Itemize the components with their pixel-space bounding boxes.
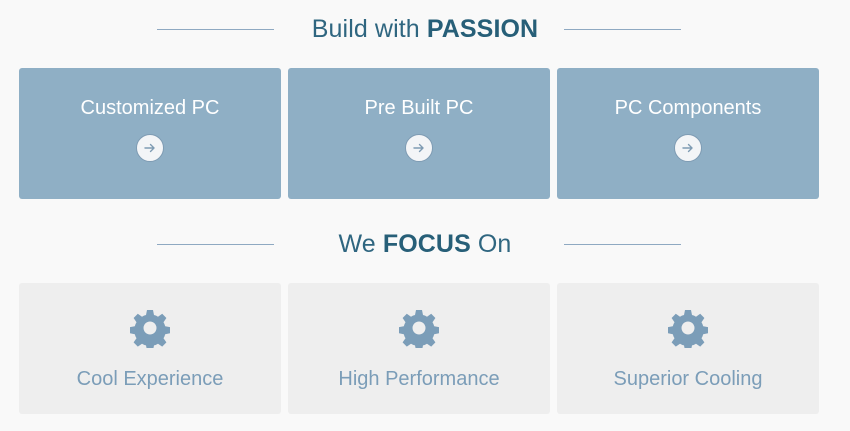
arrow-right-icon <box>682 143 693 153</box>
card-pc-components[interactable]: PC Components <box>557 68 819 199</box>
focus-card-cool-experience: Cool Experience <box>19 283 281 414</box>
focus-card-superior-cooling: Superior Cooling <box>557 283 819 414</box>
card-customized-pc[interactable]: Customized PC <box>19 68 281 199</box>
card-pre-built-pc[interactable]: Pre Built PC <box>288 68 550 199</box>
focus-label: Cool Experience <box>76 368 224 390</box>
gear-icon <box>399 310 439 348</box>
build-heading-row: Build with PASSION <box>0 9 850 49</box>
card-title: PC Components <box>614 97 762 119</box>
build-heading: Build with PASSION <box>312 15 538 44</box>
focus-label: High Performance <box>338 368 500 390</box>
heading-divider-left <box>157 244 274 245</box>
card-title: Customized PC <box>80 97 220 119</box>
focus-heading: We FOCUS On <box>339 230 512 259</box>
focus-heading-emphasis: FOCUS <box>382 229 471 258</box>
arrow-right-button[interactable] <box>674 134 702 162</box>
focus-heading-row: We FOCUS On <box>0 224 850 264</box>
focus-card-high-performance: High Performance <box>288 283 550 414</box>
gear-icon <box>130 310 170 348</box>
focus-label: Superior Cooling <box>613 368 763 390</box>
build-heading-emphasis: PASSION <box>426 14 539 43</box>
card-title: Pre Built PC <box>364 97 474 119</box>
build-heading-prefix: Build with <box>311 14 420 43</box>
gear-icon <box>668 310 708 348</box>
page: Build with PASSION Customized PC Pre Bui… <box>0 0 850 431</box>
focus-cards: Cool Experience High Performance Superio… <box>19 283 820 414</box>
heading-divider-left <box>157 29 274 30</box>
focus-heading-suffix: On <box>477 229 512 258</box>
build-cards: Customized PC Pre Built PC PC Components <box>19 68 820 199</box>
arrow-right-button[interactable] <box>136 134 164 162</box>
arrow-right-icon <box>144 143 155 153</box>
heading-divider-right <box>564 244 681 245</box>
heading-divider-right <box>564 29 681 30</box>
focus-heading-prefix: We <box>338 229 376 258</box>
arrow-right-icon <box>413 143 424 153</box>
arrow-right-button[interactable] <box>405 134 433 162</box>
